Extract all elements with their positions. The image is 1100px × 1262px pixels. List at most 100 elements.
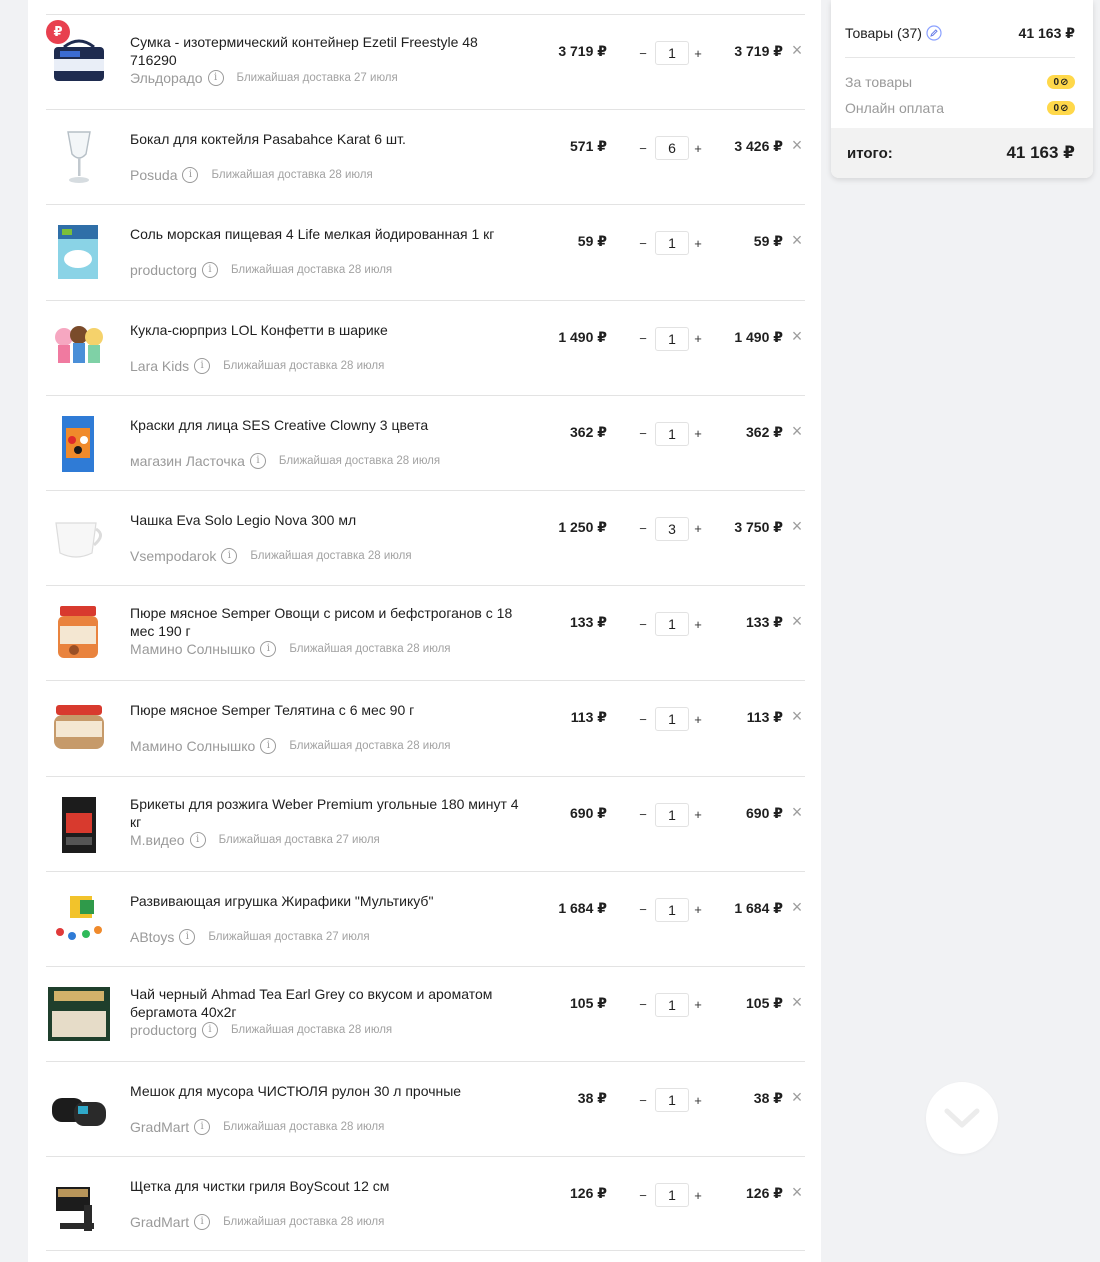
seller-name[interactable]: productorg xyxy=(130,1022,197,1038)
qty-input[interactable]: 1 xyxy=(655,41,689,65)
qty-input[interactable]: 1 xyxy=(655,707,689,732)
remove-item-button[interactable]: × xyxy=(789,898,805,916)
qty-decrease-button[interactable]: − xyxy=(636,236,650,251)
info-icon[interactable]: i xyxy=(260,641,277,658)
qty-input[interactable]: 3 xyxy=(655,516,689,541)
info-icon[interactable]: i xyxy=(207,70,224,86)
qty-input[interactable]: 1 xyxy=(655,326,689,351)
seller-name[interactable]: Эльдорадо xyxy=(130,70,203,86)
seller-name[interactable]: М.видео xyxy=(130,832,185,848)
product-thumbnail[interactable] xyxy=(46,505,112,571)
info-icon[interactable]: i xyxy=(182,167,199,184)
remove-item-button[interactable]: × xyxy=(789,803,805,821)
seller-name[interactable]: Posuda xyxy=(130,167,177,183)
product-title[interactable]: Мешок для мусора ЧИСТЮЛЯ рулон 30 л проч… xyxy=(130,1082,520,1100)
product-title[interactable]: Чай черный Ahmad Tea Earl Grey со вкусом… xyxy=(130,985,520,1021)
qty-input[interactable]: 6 xyxy=(655,136,689,161)
qty-decrease-button[interactable]: − xyxy=(636,331,650,346)
qty-increase-button[interactable]: + xyxy=(691,902,705,917)
seller-name[interactable]: productorg xyxy=(130,262,197,278)
qty-increase-button[interactable]: + xyxy=(691,1188,705,1203)
product-thumbnail[interactable] xyxy=(46,1171,112,1237)
info-icon[interactable]: i xyxy=(179,928,196,945)
remove-item-button[interactable]: × xyxy=(789,422,805,440)
qty-decrease-button[interactable]: − xyxy=(636,902,650,917)
qty-decrease-button[interactable]: − xyxy=(636,1188,650,1203)
seller-name[interactable]: ABtoys xyxy=(130,929,174,945)
product-title[interactable]: Щетка для чистки гриля BoyScout 12 см xyxy=(130,1177,520,1195)
product-thumbnail[interactable] xyxy=(46,600,112,666)
pencil-circle-icon[interactable] xyxy=(926,25,942,41)
seller-name[interactable]: Lara Kids xyxy=(130,358,189,374)
qty-increase-button[interactable]: + xyxy=(691,807,705,822)
remove-item-button[interactable]: × xyxy=(789,136,805,154)
remove-item-button[interactable]: × xyxy=(789,1183,805,1201)
qty-increase-button[interactable]: + xyxy=(691,236,705,251)
remove-item-button[interactable]: × xyxy=(789,612,805,630)
product-title[interactable]: Пюре мясное Semper Телятина с 6 мес 90 г xyxy=(130,701,520,719)
qty-decrease-button[interactable]: − xyxy=(636,617,650,632)
product-title[interactable]: Кукла-сюрприз LOL Конфетти в шарике xyxy=(130,321,520,339)
qty-input[interactable]: 1 xyxy=(655,802,689,827)
qty-increase-button[interactable]: + xyxy=(691,331,705,346)
product-thumbnail[interactable] xyxy=(46,219,112,285)
scroll-down-button[interactable] xyxy=(926,1082,998,1154)
remove-item-button[interactable]: × xyxy=(789,993,805,1011)
qty-decrease-button[interactable]: − xyxy=(636,426,650,441)
product-thumbnail[interactable] xyxy=(46,886,112,952)
remove-item-button[interactable]: × xyxy=(789,327,805,345)
qty-decrease-button[interactable]: − xyxy=(636,712,650,727)
product-title[interactable]: Развивающая игрушка Жирафики "Мультикуб" xyxy=(130,892,520,910)
qty-decrease-button[interactable]: − xyxy=(636,807,650,822)
info-icon[interactable]: i xyxy=(201,262,218,279)
seller-name[interactable]: Мамино Солнышко xyxy=(130,641,255,657)
qty-increase-button[interactable]: + xyxy=(691,617,705,632)
product-thumbnail[interactable] xyxy=(46,315,112,381)
qty-increase-button[interactable]: + xyxy=(691,426,705,441)
product-title[interactable]: Соль морская пищевая 4 Life мелкая йодир… xyxy=(130,225,520,243)
product-thumbnail[interactable] xyxy=(46,410,112,476)
qty-decrease-button[interactable]: − xyxy=(636,46,650,61)
product-title[interactable]: Пюре мясное Semper Овощи с рисом и бефст… xyxy=(130,604,520,640)
product-title[interactable]: Сумка - изотермический контейнер Ezetil … xyxy=(130,33,520,69)
qty-decrease-button[interactable]: − xyxy=(636,1093,650,1108)
seller-name[interactable]: магазин Ласточка xyxy=(130,453,245,469)
product-thumbnail[interactable] xyxy=(46,791,112,857)
seller-name[interactable]: GradMart xyxy=(130,1119,189,1135)
info-icon[interactable]: i xyxy=(260,738,277,755)
product-thumbnail[interactable] xyxy=(46,695,112,761)
qty-input[interactable]: 1 xyxy=(655,992,689,1017)
qty-increase-button[interactable]: + xyxy=(691,1093,705,1108)
qty-increase-button[interactable]: + xyxy=(691,521,705,536)
qty-increase-button[interactable]: + xyxy=(691,712,705,727)
product-thumbnail[interactable] xyxy=(46,981,112,1047)
remove-item-button[interactable]: × xyxy=(789,231,805,249)
product-title[interactable]: Краски для лица SES Creative Clowny 3 цв… xyxy=(130,416,520,434)
qty-decrease-button[interactable]: − xyxy=(636,521,650,536)
qty-input[interactable]: 1 xyxy=(655,231,689,256)
qty-input[interactable]: 1 xyxy=(655,1183,689,1208)
product-title[interactable]: Бокал для коктейля Pasabahce Karat 6 шт. xyxy=(130,130,520,148)
qty-input[interactable]: 1 xyxy=(655,897,689,922)
remove-item-button[interactable]: × xyxy=(789,1088,805,1106)
seller-name[interactable]: Vsempodarok xyxy=(130,548,216,564)
product-title[interactable]: Брикеты для розжига Weber Premium угольн… xyxy=(130,795,520,831)
remove-item-button[interactable]: × xyxy=(789,707,805,725)
info-icon[interactable]: i xyxy=(194,1214,211,1231)
product-title[interactable]: Чашка Eva Solo Legio Nova 300 мл xyxy=(130,511,520,529)
product-thumbnail[interactable] xyxy=(46,1076,112,1142)
product-thumbnail[interactable] xyxy=(46,124,112,190)
info-icon[interactable]: i xyxy=(189,831,206,848)
qty-input[interactable]: 1 xyxy=(655,1088,689,1113)
qty-decrease-button[interactable]: − xyxy=(636,141,650,156)
qty-input[interactable]: 1 xyxy=(655,612,689,637)
qty-input[interactable]: 1 xyxy=(655,421,689,446)
seller-name[interactable]: Мамино Солнышко xyxy=(130,738,255,754)
info-icon[interactable]: i xyxy=(194,357,211,374)
remove-item-button[interactable]: × xyxy=(789,517,805,535)
qty-increase-button[interactable]: + xyxy=(691,46,705,61)
qty-decrease-button[interactable]: − xyxy=(636,997,650,1012)
remove-item-button[interactable]: × xyxy=(789,41,805,59)
info-icon[interactable]: i xyxy=(249,452,266,469)
seller-name[interactable]: GradMart xyxy=(130,1214,189,1230)
